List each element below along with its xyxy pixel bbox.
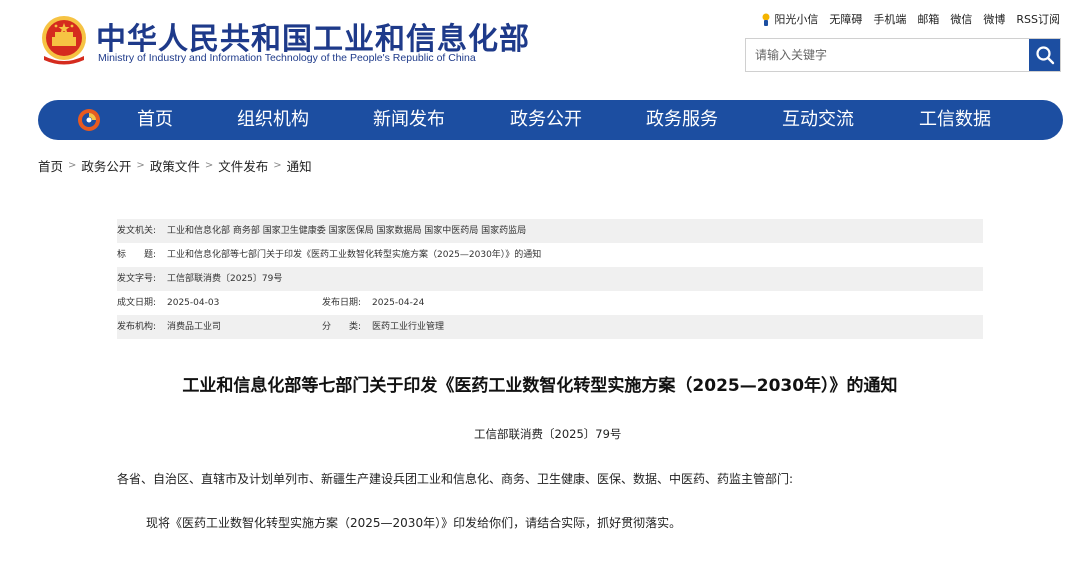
article-title: 工业和信息化部等七部门关于印发《医药工业数智化转型实施方案（2025—2030年…: [182, 376, 898, 396]
meta-published-value: 2025-04-24: [372, 298, 425, 308]
meta-category-label: 分 类:: [322, 322, 362, 332]
nav-item-data[interactable]: 工信数据: [919, 100, 991, 140]
toplink-weibo[interactable]: 微博: [983, 11, 1005, 27]
nav-item-government-affairs[interactable]: 政务公开: [510, 100, 582, 140]
meta-row-dates: 成文日期: 2025-04-03 发布日期: 2025-04-24: [117, 291, 983, 315]
breadcrumb-separator: >: [204, 160, 214, 171]
ministry-logo-icon: [78, 109, 100, 131]
nav-item-news[interactable]: 新闻发布: [373, 100, 445, 140]
meta-category-value: 医药工业行业管理: [372, 322, 445, 332]
article-paragraph-recipients: 各省、自治区、直辖市及计划单列市、新疆生产建设兵团工业和信息化、商务、卫生健康、…: [117, 472, 794, 486]
meta-docno-label: 发文字号:: [117, 274, 157, 284]
meta-org-value: 消费品工业司: [167, 322, 222, 332]
meta-created-value: 2025-04-03: [167, 298, 220, 308]
meta-title-label: 标 题:: [117, 250, 157, 260]
nav-item-services[interactable]: 政务服务: [646, 100, 718, 140]
toplink-accessibility[interactable]: 无障碍: [829, 11, 862, 27]
toplink-sunshine[interactable]: 阳光小信: [761, 11, 818, 27]
toplink-mail[interactable]: 邮箱: [917, 11, 939, 27]
search-box: [745, 38, 1061, 72]
search-button[interactable]: [1029, 39, 1060, 71]
meta-docno-value: 工信部联消费〔2025〕79号: [167, 274, 283, 284]
breadcrumb-home[interactable]: 首页: [38, 156, 63, 175]
meta-published-label: 发布日期:: [322, 298, 362, 308]
breadcrumb-file-release[interactable]: 文件发布: [218, 156, 268, 175]
breadcrumb-notice[interactable]: 通知: [287, 156, 312, 175]
sunshine-mascot-icon: [762, 13, 770, 26]
meta-row-org: 发布机构: 消费品工业司 分 类: 医药工业行业管理: [117, 315, 983, 339]
article-paragraph-body: 现将《医药工业数智化转型实施方案（2025—2030年）》印发给你们，请结合实际…: [146, 516, 682, 530]
nav-item-home[interactable]: 首页: [137, 100, 173, 140]
toplink-wechat[interactable]: 微信: [950, 11, 972, 27]
nav-item-organization[interactable]: 组织机构: [237, 100, 309, 140]
breadcrumb-separator: >: [136, 160, 145, 171]
breadcrumb-separator: >: [68, 160, 77, 171]
meta-org-label: 发布机构:: [117, 322, 157, 332]
document-metadata: 发文机关: 工业和信息化部 商务部 国家卫生健康委 国家医保局 国家数据局 国家…: [117, 219, 983, 339]
nav-item-interaction[interactable]: 互动交流: [782, 100, 854, 140]
top-links: 阳光小信 无障碍 手机端 邮箱 微信 微博 RSS订阅: [750, 11, 1060, 27]
breadcrumb-policy-files[interactable]: 政策文件: [150, 156, 200, 175]
national-emblem-icon: [42, 16, 86, 65]
breadcrumb-government-affairs[interactable]: 政务公开: [81, 156, 131, 175]
meta-row-docno: 发文字号: 工信部联消费〔2025〕79号: [117, 267, 983, 291]
meta-row-title: 标 题: 工业和信息化部等七部门关于印发《医药工业数智化转型实施方案（2025—…: [117, 243, 983, 267]
meta-created-label: 成文日期:: [117, 298, 157, 308]
meta-title-value: 工业和信息化部等七部门关于印发《医药工业数智化转型实施方案（2025—2030年…: [167, 250, 542, 260]
meta-issuer-label: 发文机关:: [117, 226, 157, 236]
meta-row-issuer: 发文机关: 工业和信息化部 商务部 国家卫生健康委 国家医保局 国家数据局 国家…: [117, 219, 983, 243]
toplink-label: 阳光小信: [774, 13, 819, 26]
toplink-mobile[interactable]: 手机端: [873, 11, 906, 27]
article-doc-number: 工信部联消费〔2025〕79号: [474, 427, 622, 441]
toplink-rss[interactable]: RSS订阅: [1016, 11, 1060, 27]
breadcrumb: 首页 > 政务公开 > 政策文件 > 文件发布 > 通知: [38, 156, 312, 175]
search-input[interactable]: [746, 39, 1029, 71]
search-icon: [1035, 46, 1054, 65]
main-nav: 首页 组织机构 新闻发布 政务公开 政务服务 互动交流 工信数据: [38, 100, 1063, 140]
breadcrumb-separator: >: [273, 160, 282, 171]
site-subtitle: Ministry of Industry and Information Tec…: [98, 52, 476, 64]
meta-issuer-value: 工业和信息化部 商务部 国家卫生健康委 国家医保局 国家数据局 国家中医药局 国…: [167, 226, 527, 236]
